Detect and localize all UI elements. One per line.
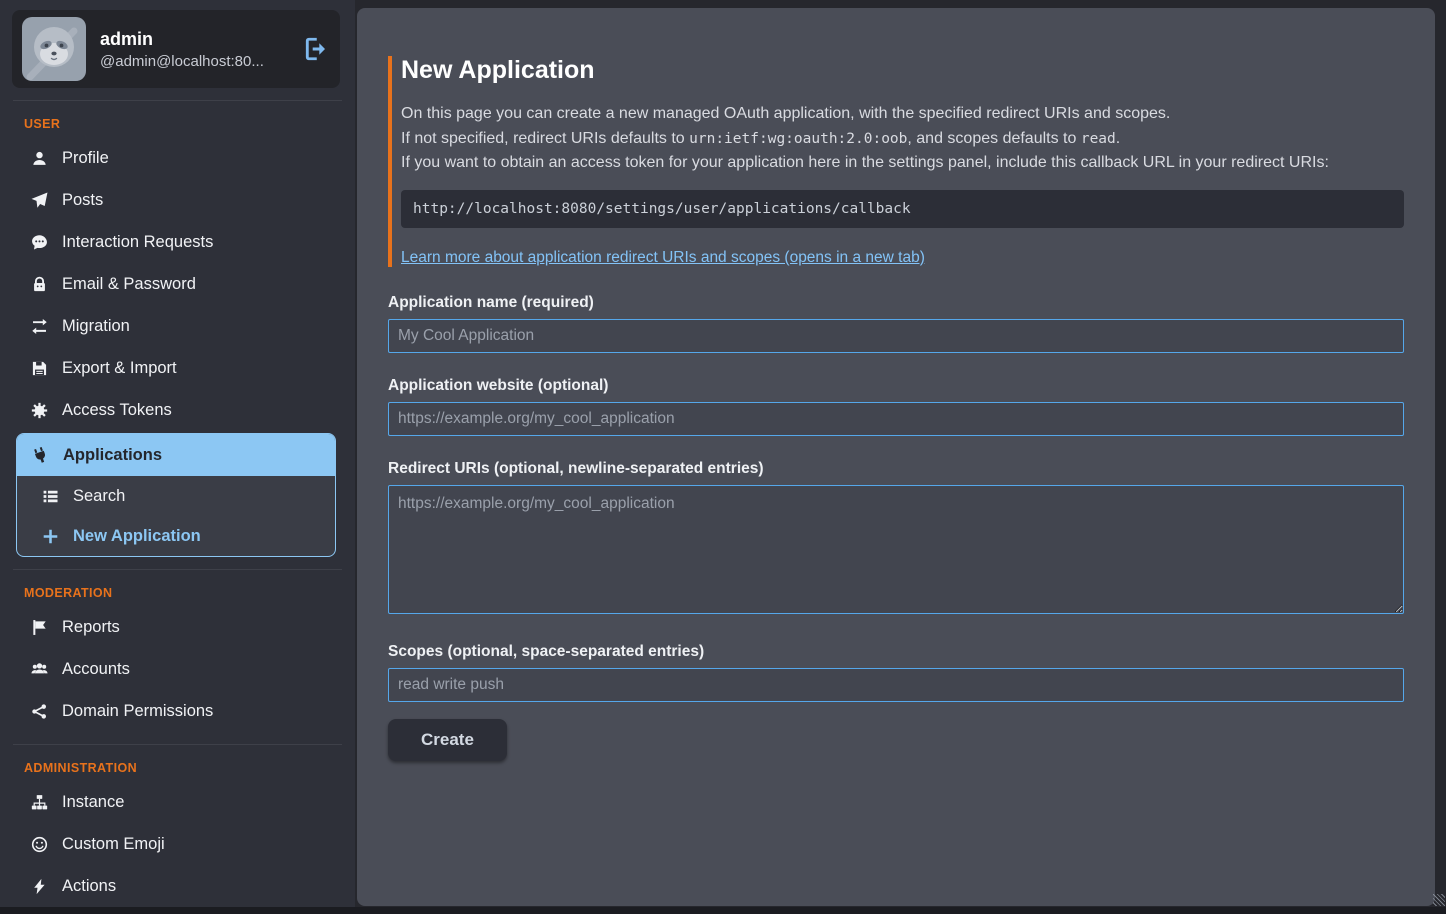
sidebar-item-export-import[interactable]: Export & Import — [0, 347, 355, 389]
floppy-disk-icon — [30, 359, 49, 378]
redirect-uris-label: Redirect URIs (optional, newline-separat… — [388, 460, 1404, 478]
redirect-uris-textarea[interactable] — [388, 485, 1404, 614]
sidebar-item-label: Export & Import — [62, 358, 177, 378]
application-website-input[interactable] — [388, 402, 1404, 436]
sidebar-item-label: Instance — [62, 792, 124, 812]
sidebar-item-label: Accounts — [62, 659, 130, 679]
sidebar-item-profile[interactable]: Profile — [0, 137, 355, 179]
plus-icon — [41, 527, 60, 546]
sidebar-item-accounts[interactable]: Accounts — [0, 648, 355, 690]
sidebar-item-migration[interactable]: Migration — [0, 305, 355, 347]
sidebar-item-label: Applications — [63, 445, 162, 465]
sidebar-section-user: USER — [24, 117, 355, 131]
sidebar-item-email-password[interactable]: Email & Password — [0, 263, 355, 305]
transfer-arrows-icon — [30, 317, 49, 336]
application-name-label: Application name (required) — [388, 294, 1404, 312]
sidebar-item-posts[interactable]: Posts — [0, 179, 355, 221]
lock-icon — [30, 275, 49, 294]
redirect-uris-field: Redirect URIs (optional, newline-separat… — [388, 460, 1404, 619]
sidebar-item-instance[interactable]: Instance — [0, 781, 355, 823]
comment-dots-icon — [30, 233, 49, 252]
settings-app: admin @admin@localhost:80... USER Profil… — [0, 0, 1446, 914]
application-website-field: Application website (optional) — [388, 377, 1404, 436]
divider — [13, 744, 342, 745]
avatar — [22, 17, 86, 81]
intro-block: New Application On this page you can cre… — [388, 56, 1404, 267]
username: admin — [100, 29, 264, 50]
intro-text: On this page you can create a new manage… — [401, 102, 1404, 176]
logout-icon[interactable] — [304, 37, 328, 61]
sidebar-item-domain-permissions[interactable]: Domain Permissions — [0, 690, 355, 732]
resize-grip-icon[interactable] — [1433, 894, 1445, 906]
sidebar-section-moderation: MODERATION — [24, 586, 355, 600]
application-name-input[interactable] — [388, 319, 1404, 353]
sidebar-item-access-tokens[interactable]: Access Tokens — [0, 389, 355, 431]
sidebar-item-actions[interactable]: Actions — [0, 865, 355, 907]
list-icon — [41, 487, 60, 506]
sidebar-item-applications-search[interactable]: Search — [17, 476, 335, 516]
share-nodes-icon — [30, 702, 49, 721]
scopes-input[interactable] — [388, 668, 1404, 702]
sidebar-item-interaction-requests[interactable]: Interaction Requests — [0, 221, 355, 263]
sidebar-item-label: Domain Permissions — [62, 701, 213, 721]
new-application-form: Application name (required) Application … — [388, 294, 1404, 761]
sidebar-item-label: New Application — [73, 526, 201, 546]
callback-url: http://localhost:8080/settings/user/appl… — [413, 201, 911, 217]
application-website-label: Application website (optional) — [388, 377, 1404, 395]
sidebar-item-label: Migration — [62, 316, 130, 336]
sidebar-item-label: Reports — [62, 617, 120, 637]
plug-icon — [31, 446, 50, 465]
create-button[interactable]: Create — [388, 719, 507, 761]
user-handle: @admin@localhost:80... — [100, 53, 264, 70]
sidebar-item-label: Search — [73, 486, 125, 506]
sidebar-item-label: Custom Emoji — [62, 834, 165, 854]
divider — [13, 100, 342, 101]
sidebar-item-applications[interactable]: Applications — [17, 434, 335, 476]
sitemap-icon — [30, 793, 49, 812]
sidebar-item-label: Email & Password — [62, 274, 196, 294]
scopes-field: Scopes (optional, space-separated entrie… — [388, 643, 1404, 702]
sidebar-item-label: Interaction Requests — [62, 232, 213, 252]
user-icon — [30, 149, 49, 168]
application-name-field: Application name (required) — [388, 294, 1404, 353]
inline-code-read: read — [1081, 131, 1116, 147]
learn-more-link[interactable]: Learn more about application redirect UR… — [401, 249, 925, 267]
sidebar-item-reports[interactable]: Reports — [0, 606, 355, 648]
divider — [13, 569, 342, 570]
new-application-card: New Application On this page you can cre… — [357, 8, 1435, 906]
certificate-icon — [30, 401, 49, 420]
smiley-icon — [30, 835, 49, 854]
sidebar-item-label: Profile — [62, 148, 109, 168]
applications-submenu: Search New Application — [17, 476, 335, 556]
paper-plane-icon — [30, 191, 49, 210]
inline-code-oob: urn:ietf:wg:oauth:2.0:oob — [689, 131, 907, 147]
flag-icon — [30, 618, 49, 637]
users-icon — [30, 660, 49, 679]
callback-url-codeblock: http://localhost:8080/settings/user/appl… — [401, 190, 1404, 228]
scopes-label: Scopes (optional, space-separated entrie… — [388, 643, 1404, 661]
page-title: New Application — [401, 56, 1404, 85]
sidebar-item-label: Posts — [62, 190, 103, 210]
sidebar-section-administration: ADMINISTRATION — [24, 761, 355, 775]
horizontal-scrollbar[interactable] — [0, 907, 1446, 914]
sidebar-item-label: Access Tokens — [62, 400, 172, 420]
user-card: admin @admin@localhost:80... — [12, 10, 340, 88]
sidebar-item-custom-emoji[interactable]: Custom Emoji — [0, 823, 355, 865]
sidebar-item-label: Actions — [62, 876, 116, 896]
bolt-icon — [30, 877, 49, 896]
applications-group: Applications Search — [16, 433, 336, 557]
sidebar: admin @admin@localhost:80... USER Profil… — [0, 0, 355, 914]
main-panel: New Application On this page you can cre… — [355, 0, 1446, 914]
sidebar-item-new-application[interactable]: New Application — [17, 516, 335, 556]
